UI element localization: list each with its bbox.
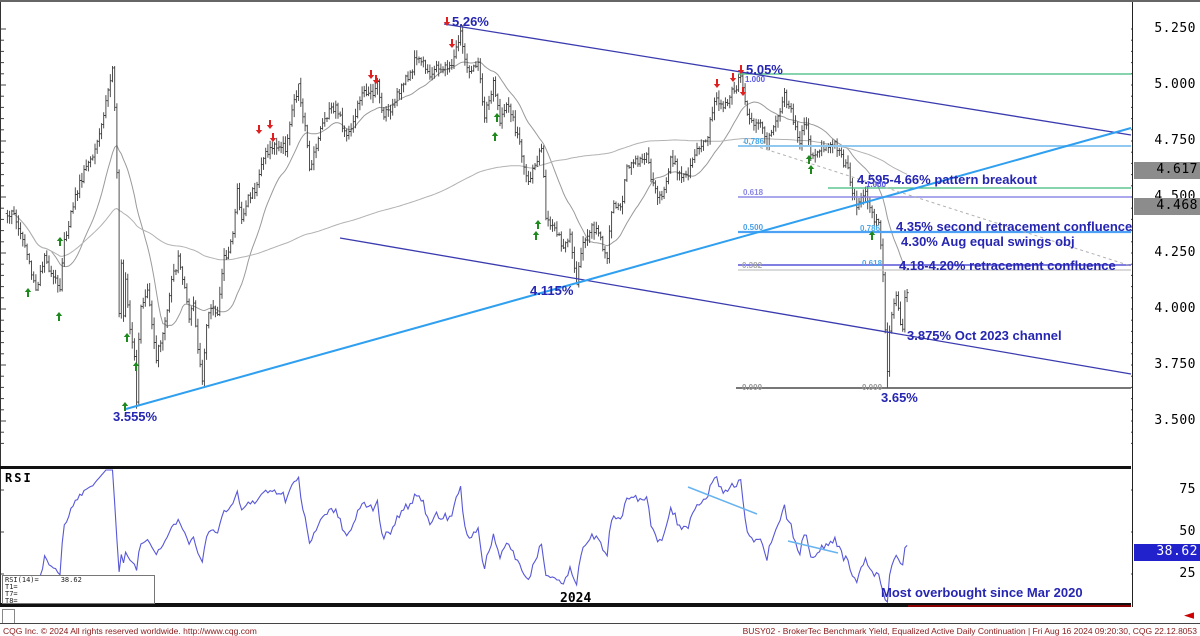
sell-signal-arrow-icon (730, 73, 736, 82)
buy-signal-arrow-icon (492, 132, 498, 141)
rsi-legend-line: T7= (5, 591, 152, 598)
sell-signal-arrow-icon (270, 133, 276, 142)
buy-signal-arrow-icon (808, 165, 814, 174)
rsi-legend-box[interactable]: RSI(14)=38.62 T1= T7= T8= (2, 575, 155, 604)
rsi-legend-line: RSI(14)=38.62 (5, 577, 152, 584)
time-axis[interactable] (0, 607, 1200, 623)
cqg-chart-window: 2024 ◄ RSI RSI(14)=38.62 T1= T7= T8= 5.2… (0, 0, 1200, 636)
sell-signal-arrow-icon (449, 39, 455, 48)
buy-signal-arrow-icon (494, 113, 500, 122)
buy-signal-arrow-icon (57, 237, 63, 246)
chart-canvas[interactable] (0, 0, 1200, 636)
sell-signal-arrow-icon (373, 75, 379, 84)
chart-left-border (0, 2, 1, 623)
price-bars (6, 25, 909, 409)
window-top-border (0, 0, 1200, 2)
status-contract-info: BUSY02 - BrokerTec Benchmark Yield, Equa… (743, 626, 1197, 636)
minor-downtrend-trendline[interactable] (743, 142, 1131, 266)
buy-signal-arrow-icon (533, 231, 539, 240)
channel-lower-trendline[interactable] (340, 238, 1131, 374)
rsi-last-value-badge: 38.62 (1134, 544, 1200, 561)
rsi-panel-title: RSI (5, 471, 33, 485)
rsi-legend-line: T1= (5, 584, 152, 591)
buy-signal-arrow-icon (56, 312, 62, 321)
buy-signal-arrow-icon (124, 333, 130, 342)
future-session-marker (908, 605, 1131, 607)
sell-signal-arrow-icon (256, 125, 262, 134)
year-label: 2024 (560, 591, 591, 606)
rsi-line (40, 470, 907, 602)
rsi-trend-segment[interactable] (788, 541, 838, 553)
time-axis-corner-box[interactable] (2, 609, 15, 624)
scroll-left-icon[interactable]: ◄ (1184, 608, 1194, 623)
status-copyright: CQG Inc. © 2024 All rights reserved worl… (3, 626, 257, 636)
price-axis-column[interactable] (1132, 0, 1200, 623)
sell-signal-arrow-icon (368, 70, 374, 79)
buy-signal-arrow-icon (133, 362, 139, 371)
sell-signal-arrow-icon (714, 79, 720, 88)
sell-signal-arrow-icon (267, 120, 273, 129)
uptrend-cyan-trendline[interactable] (126, 128, 1131, 409)
buy-signal-arrow-icon (25, 288, 31, 297)
status-bar: CQG Inc. © 2024 All rights reserved worl… (0, 623, 1200, 636)
main-rsi-divider[interactable] (0, 466, 1131, 469)
rsi-legend-line: T8= (5, 598, 152, 605)
buy-signal-arrow-icon (535, 220, 541, 229)
